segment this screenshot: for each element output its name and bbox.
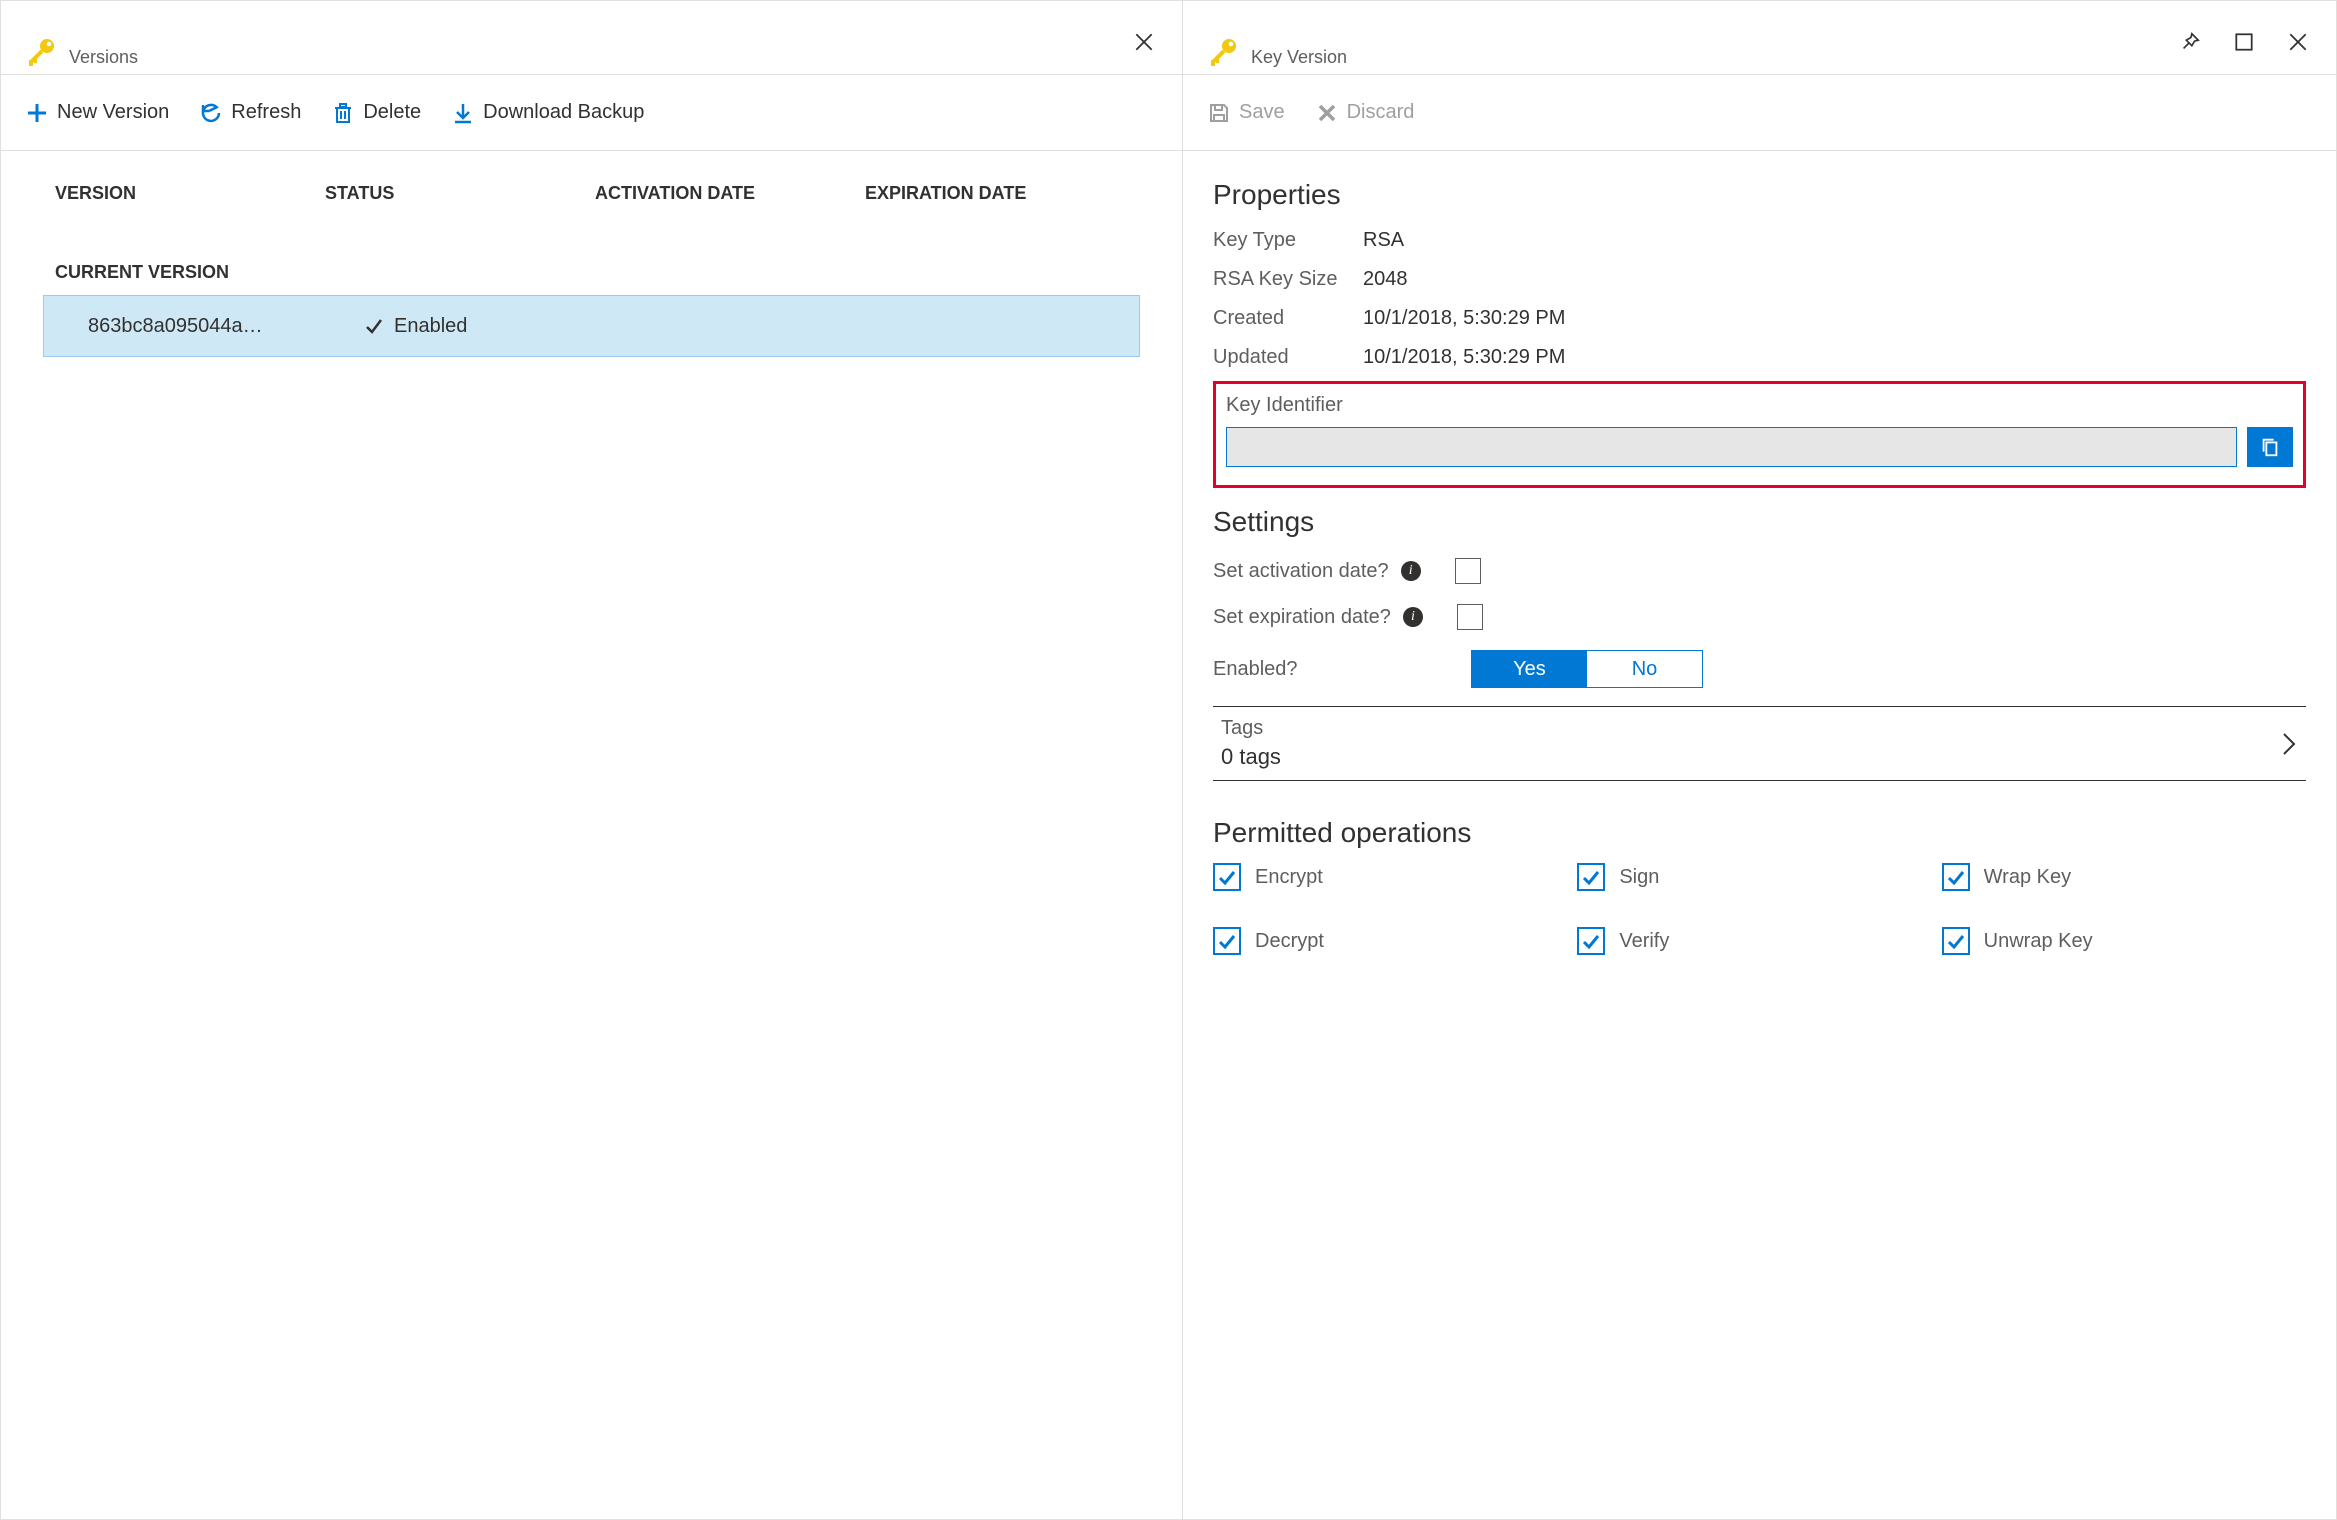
chevron-right-icon — [2280, 730, 2298, 758]
new-version-button[interactable]: New Version — [25, 101, 169, 125]
row-status: Enabled — [364, 315, 467, 338]
encrypt-checkbox[interactable] — [1213, 863, 1241, 891]
col-expiration[interactable]: EXPIRATION DATE — [865, 183, 1128, 204]
expiration-date-label: Set expiration date? — [1213, 606, 1391, 629]
key-version-toolbar: Save Discard — [1183, 75, 2336, 151]
key-identifier-input[interactable] — [1226, 427, 2237, 467]
tags-title: Tags — [1221, 717, 1281, 740]
settings-heading: Settings — [1213, 506, 2306, 538]
key-type-value: RSA — [1363, 229, 1404, 252]
key-icon — [25, 36, 57, 68]
versions-toolbar: New Version Refresh Delete Download Back… — [1, 75, 1182, 151]
key-type-label: Key Type — [1213, 229, 1363, 252]
encrypt-label: Encrypt — [1255, 866, 1323, 889]
trash-icon — [331, 101, 355, 125]
key-version-title: Key Version — [1251, 47, 1347, 74]
col-activation[interactable]: ACTIVATION DATE — [595, 183, 865, 204]
properties-heading: Properties — [1213, 179, 2306, 211]
key-version-content: Properties Key TypeRSA RSA Key Size2048 … — [1183, 151, 2336, 1519]
refresh-button[interactable]: Refresh — [199, 101, 301, 125]
activation-date-checkbox[interactable] — [1455, 558, 1481, 584]
discard-icon — [1315, 101, 1339, 125]
download-icon — [451, 101, 475, 125]
verify-checkbox[interactable] — [1577, 927, 1605, 955]
key-icon — [1207, 36, 1239, 68]
copy-button[interactable] — [2247, 427, 2293, 467]
enabled-no[interactable]: No — [1587, 651, 1702, 687]
refresh-icon — [199, 101, 223, 125]
info-icon[interactable]: i — [1403, 607, 1423, 627]
sign-checkbox[interactable] — [1577, 863, 1605, 891]
save-button[interactable]: Save — [1207, 101, 1285, 125]
permitted-operations-grid: Encrypt Sign Wrap Key Decrypt Verify Unw… — [1213, 863, 2306, 955]
verify-label: Verify — [1619, 930, 1669, 953]
decrypt-checkbox[interactable] — [1213, 927, 1241, 955]
unwrapkey-checkbox[interactable] — [1942, 927, 1970, 955]
decrypt-label: Decrypt — [1255, 930, 1324, 953]
updated-value: 10/1/2018, 5:30:29 PM — [1363, 346, 1565, 369]
versions-table-header: VERSION STATUS ACTIVATION DATE EXPIRATIO… — [31, 175, 1152, 222]
wrapkey-checkbox[interactable] — [1942, 863, 1970, 891]
sign-label: Sign — [1619, 866, 1659, 889]
versions-title: Versions — [69, 47, 138, 74]
row-version-id: 863bc8a095044a… — [68, 315, 364, 338]
rsa-size-value: 2048 — [1363, 268, 1408, 291]
enabled-yes[interactable]: Yes — [1472, 651, 1587, 687]
col-status[interactable]: STATUS — [325, 183, 595, 204]
enabled-toggle[interactable]: Yes No — [1471, 650, 1703, 688]
key-version-header: Key Version — [1183, 1, 2336, 75]
download-backup-button[interactable]: Download Backup — [451, 101, 644, 125]
created-label: Created — [1213, 307, 1363, 330]
key-identifier-label: Key Identifier — [1226, 390, 2293, 427]
enabled-label: Enabled? — [1213, 658, 1471, 681]
maximize-button[interactable] — [2230, 28, 2258, 56]
pin-button[interactable] — [2176, 28, 2204, 56]
created-value: 10/1/2018, 5:30:29 PM — [1363, 307, 1565, 330]
unwrapkey-label: Unwrap Key — [1984, 930, 2093, 953]
tags-row[interactable]: Tags 0 tags — [1213, 706, 2306, 781]
key-version-blade: Key Version Save Discard — [1183, 1, 2336, 1519]
save-icon — [1207, 101, 1231, 125]
info-icon[interactable]: i — [1401, 561, 1421, 581]
close-button[interactable] — [1130, 28, 1158, 56]
wrapkey-label: Wrap Key — [1984, 866, 2071, 889]
versions-blade: Versions New Version Refresh Delete — [1, 1, 1183, 1519]
versions-content: VERSION STATUS ACTIVATION DATE EXPIRATIO… — [1, 151, 1182, 1519]
col-version[interactable]: VERSION — [55, 183, 325, 204]
key-identifier-highlight: Key Identifier — [1213, 381, 2306, 488]
current-version-row[interactable]: 863bc8a095044a… Enabled — [43, 295, 1140, 357]
close-button[interactable] — [2284, 28, 2312, 56]
check-icon — [364, 316, 384, 336]
delete-button[interactable]: Delete — [331, 101, 421, 125]
discard-button[interactable]: Discard — [1315, 101, 1415, 125]
copy-icon — [2259, 435, 2281, 459]
activation-date-label: Set activation date? — [1213, 560, 1389, 583]
updated-label: Updated — [1213, 346, 1363, 369]
versions-header: Versions — [1, 1, 1182, 75]
rsa-size-label: RSA Key Size — [1213, 268, 1363, 291]
expiration-date-checkbox[interactable] — [1457, 604, 1483, 630]
permitted-heading: Permitted operations — [1213, 817, 2306, 849]
tags-count: 0 tags — [1221, 744, 1281, 770]
current-version-label: CURRENT VERSION — [31, 222, 1152, 295]
plus-icon — [25, 101, 49, 125]
